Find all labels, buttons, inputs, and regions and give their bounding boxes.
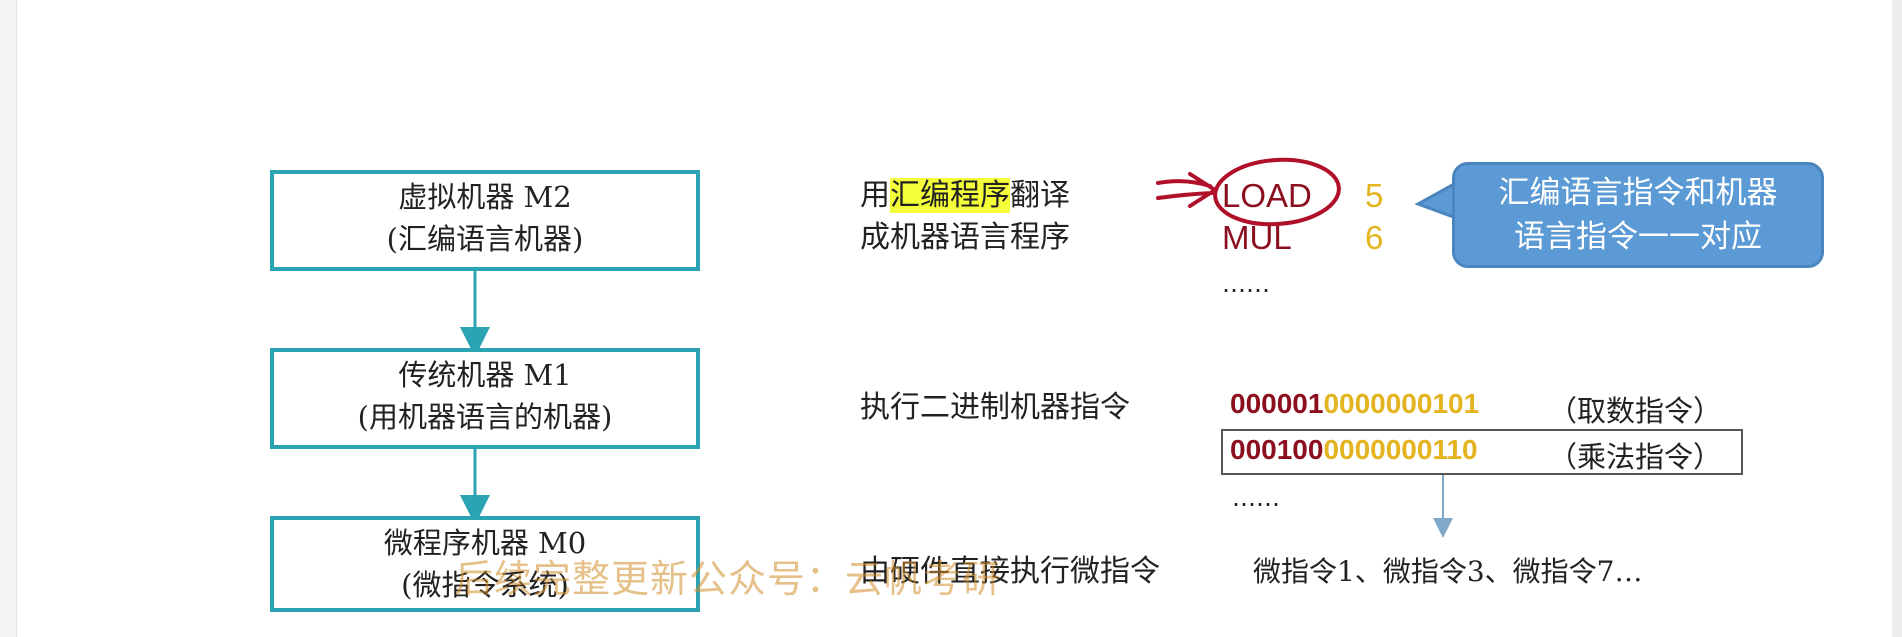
watermark: 后续完整更新公众号：云帆考研 — [455, 557, 1002, 601]
opcode: 000001 — [1230, 388, 1324, 419]
operand: 0000000101 — [1323, 388, 1480, 419]
handdrawn-arrow-icon — [1156, 172, 1219, 208]
assemble-suffix: 翻译 — [1010, 178, 1070, 213]
level-subtitle: (用机器语言的机器) — [357, 400, 613, 434]
slide-viewport: 虚拟机器 M2 (汇编语言机器) 传统机器 M1 (用机器语言的机器) 微程序机… — [0, 0, 1902, 637]
level-title: 传统机器 M1 — [398, 358, 572, 392]
assemble-prefix: 用 — [860, 178, 890, 213]
assembler-highlight: 汇编程序 — [890, 178, 1010, 213]
binary-instruction-2: 0001000000000110 — [1230, 434, 1478, 466]
instruction-note-1: （取数指令） — [1548, 394, 1723, 428]
asm-op-mul: MUL — [1222, 219, 1292, 256]
level-box-m2: 虚拟机器 M2 (汇编语言机器) — [270, 170, 700, 271]
callout-line-1: 汇编语言指令和机器 — [1498, 175, 1778, 211]
assemble-line-2: 成机器语言程序 — [860, 220, 1070, 255]
level-subtitle: (汇编语言机器) — [386, 222, 584, 256]
operand: 0000000110 — [1323, 434, 1478, 465]
execute-label: 执行二进制机器指令 — [860, 390, 1130, 425]
assemble-line-1: 用汇编程序翻译 — [860, 176, 1070, 216]
asm-arg-mul: 6 — [1365, 219, 1384, 256]
level-title: 虚拟机器 M2 — [398, 180, 572, 214]
asm-arg-load: 5 — [1365, 177, 1384, 214]
level-box-m1: 传统机器 M1 (用机器语言的机器) — [270, 348, 700, 449]
asm-op-load: LOAD — [1222, 177, 1312, 214]
binary-instruction-1: 0000010000000101 — [1230, 388, 1479, 420]
callout-bubble: 汇编语言指令和机器 语言指令一一对应 — [1452, 162, 1824, 268]
instruction-note-2: （乘法指令） — [1548, 440, 1723, 474]
execute-ellipsis: …… — [1232, 484, 1280, 512]
opcode: 000100 — [1230, 434, 1324, 465]
asm-ellipsis: …… — [1222, 270, 1270, 298]
callout-line-2: 语言指令一一对应 — [1514, 219, 1762, 255]
callout-pointer — [1414, 180, 1458, 221]
micro-instructions: 微指令1、微指令3、微指令7… — [1253, 555, 1643, 588]
